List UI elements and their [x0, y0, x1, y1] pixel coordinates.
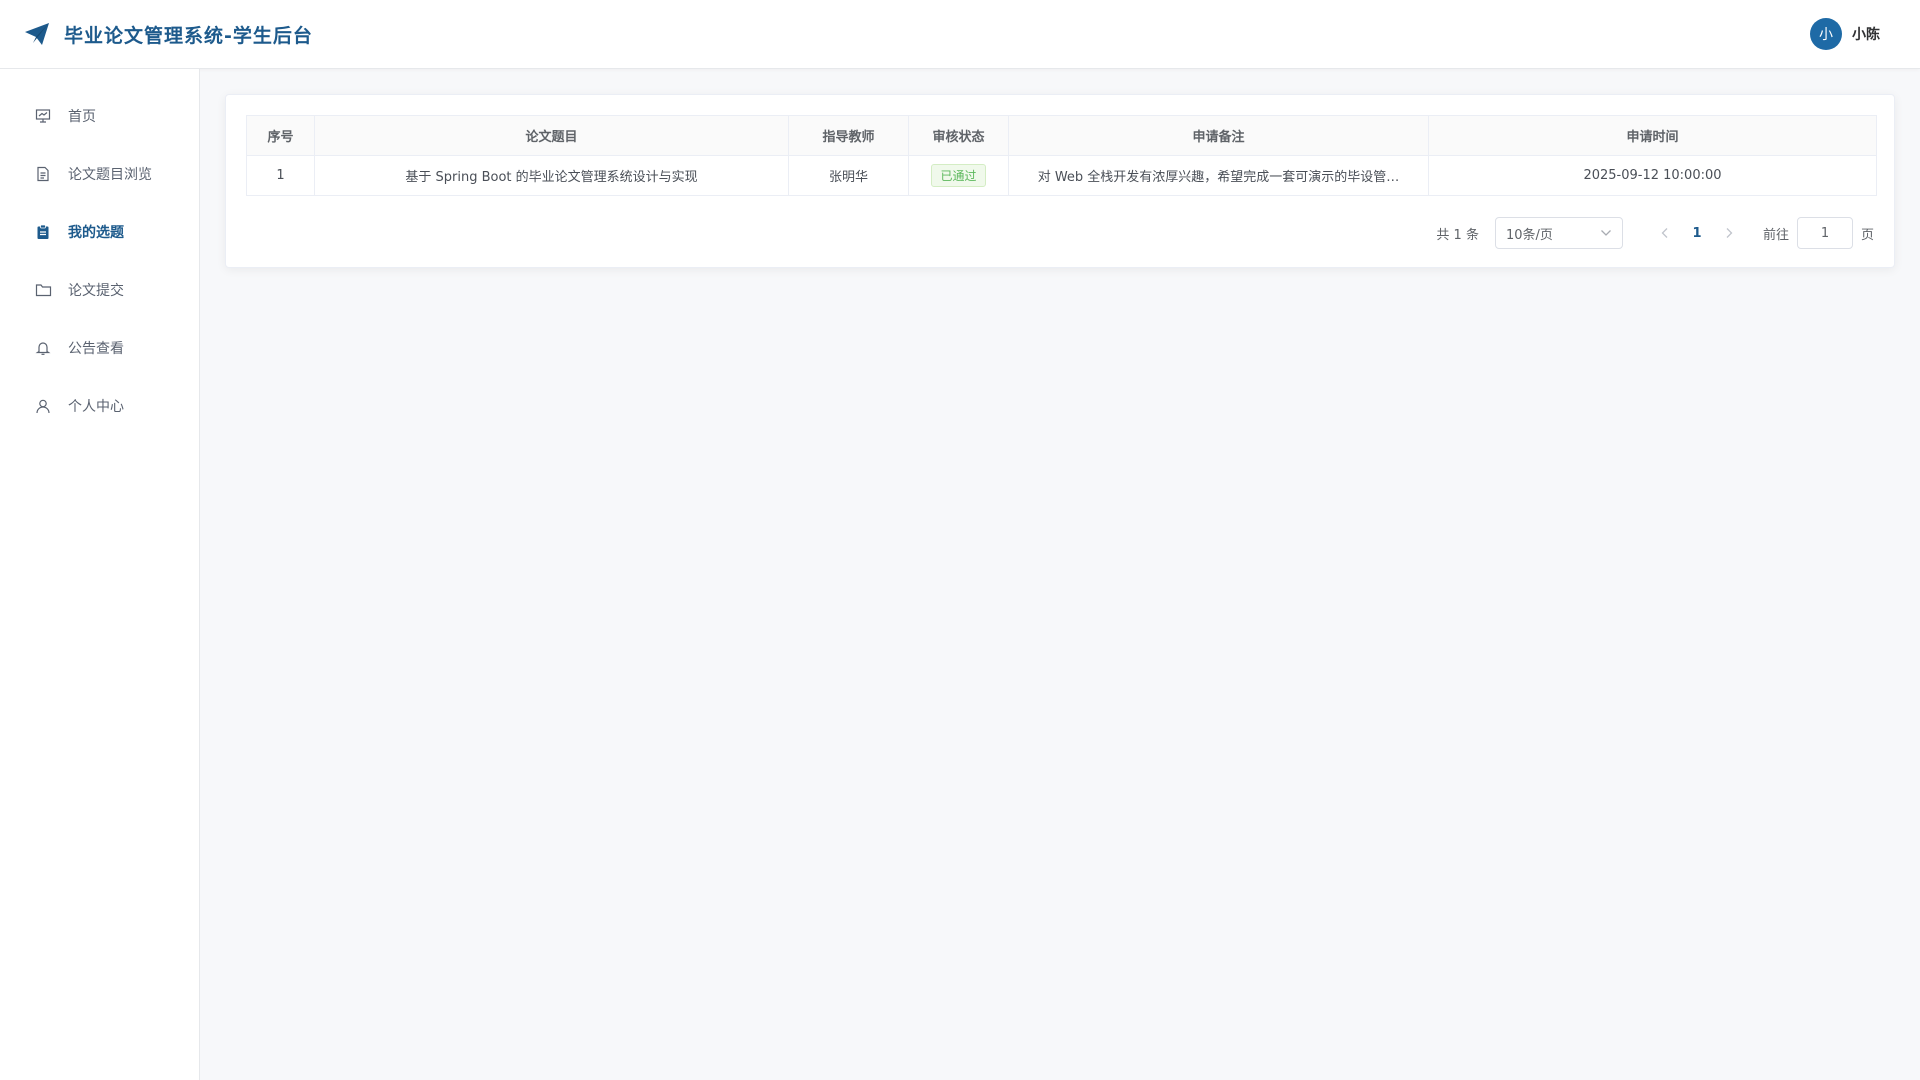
status-badge: 已通过	[931, 164, 986, 187]
goto-label: 前往	[1762, 227, 1789, 243]
chevron-right-icon	[1726, 228, 1733, 238]
sidebar-item-label: 个人中心	[68, 399, 124, 415]
top-header: 毕业论文管理系统-学生后台 小 小陈	[0, 0, 1920, 69]
sidebar: 首页 论文题目浏览 我的选题 论文提交 公告查看 个人中心	[0, 69, 200, 1080]
sidebar-item-label: 我的选题	[68, 225, 124, 241]
column-header-time: 申请时间	[1428, 115, 1877, 156]
bell-icon	[34, 339, 52, 357]
sidebar-item-home[interactable]: 首页	[0, 87, 199, 145]
sidebar-item-label: 论文题目浏览	[68, 167, 152, 183]
sidebar-item-submit[interactable]: 论文提交	[0, 261, 199, 319]
prev-page-button[interactable]	[1649, 217, 1681, 249]
column-header-status: 审核状态	[908, 115, 1009, 156]
page-size-value: 10条/页	[1505, 227, 1553, 243]
presentation-icon	[34, 107, 52, 125]
sidebar-item-label: 论文提交	[68, 283, 124, 299]
sidebar-item-announcements[interactable]: 公告查看	[0, 319, 199, 377]
table-header-row: 序号 论文题目 指导教师 审核状态 申请备注 申请时间	[246, 115, 1877, 156]
document-icon	[34, 165, 52, 183]
topic-table: 序号 论文题目 指导教师 审核状态 申请备注 申请时间 1 基于 Spring …	[246, 115, 1877, 196]
chevron-down-icon	[1600, 226, 1612, 241]
column-header-teacher: 指导教师	[788, 115, 909, 156]
pagination-total: 共 1 条	[1436, 227, 1479, 243]
paper-plane-icon	[24, 20, 52, 48]
cell-teacher: 张明华	[788, 155, 909, 196]
sidebar-item-label: 首页	[68, 109, 96, 125]
sidebar-item-my-topic[interactable]: 我的选题	[0, 203, 199, 261]
brand[interactable]: 毕业论文管理系统-学生后台	[24, 20, 313, 48]
chevron-left-icon	[1661, 228, 1668, 238]
pagination: 共 1 条 10条/页 1 前往 页	[246, 217, 1874, 249]
column-header-title: 论文题目	[314, 115, 789, 156]
next-page-button[interactable]	[1713, 217, 1745, 249]
column-header-index: 序号	[246, 115, 315, 156]
sidebar-item-label: 公告查看	[68, 341, 124, 357]
cell-note: 对 Web 全栈开发有浓厚兴趣，希望完成一套可演示的毕设管…	[1008, 155, 1429, 196]
folder-icon	[34, 281, 52, 299]
page-size-select[interactable]: 10条/页	[1494, 217, 1623, 249]
my-topic-card: 序号 论文题目 指导教师 审核状态 申请备注 申请时间 1 基于 Spring …	[225, 94, 1895, 268]
table-row[interactable]: 1 基于 Spring Boot 的毕业论文管理系统设计与实现 张明华 已通过 …	[246, 155, 1877, 196]
column-header-note: 申请备注	[1008, 115, 1429, 156]
cell-time: 2025-09-12 10:00:00	[1428, 155, 1877, 196]
cell-title: 基于 Spring Boot 的毕业论文管理系统设计与实现	[314, 155, 789, 196]
goto-page: 前往 页	[1763, 217, 1874, 249]
avatar[interactable]: 小	[1810, 18, 1842, 50]
username[interactable]: 小陈	[1852, 24, 1880, 44]
sidebar-item-profile[interactable]: 个人中心	[0, 377, 199, 435]
page-number-current[interactable]: 1	[1681, 217, 1713, 249]
goto-suffix: 页	[1860, 227, 1874, 243]
cell-status: 已通过	[908, 155, 1009, 196]
app-title: 毕业论文管理系统-学生后台	[64, 24, 313, 47]
clipboard-icon	[34, 223, 52, 241]
sidebar-item-topic-browse[interactable]: 论文题目浏览	[0, 145, 199, 203]
cell-index: 1	[246, 155, 315, 196]
goto-page-input[interactable]	[1796, 217, 1853, 249]
user-menu[interactable]: 小 小陈	[1810, 18, 1880, 50]
user-icon	[34, 397, 52, 415]
